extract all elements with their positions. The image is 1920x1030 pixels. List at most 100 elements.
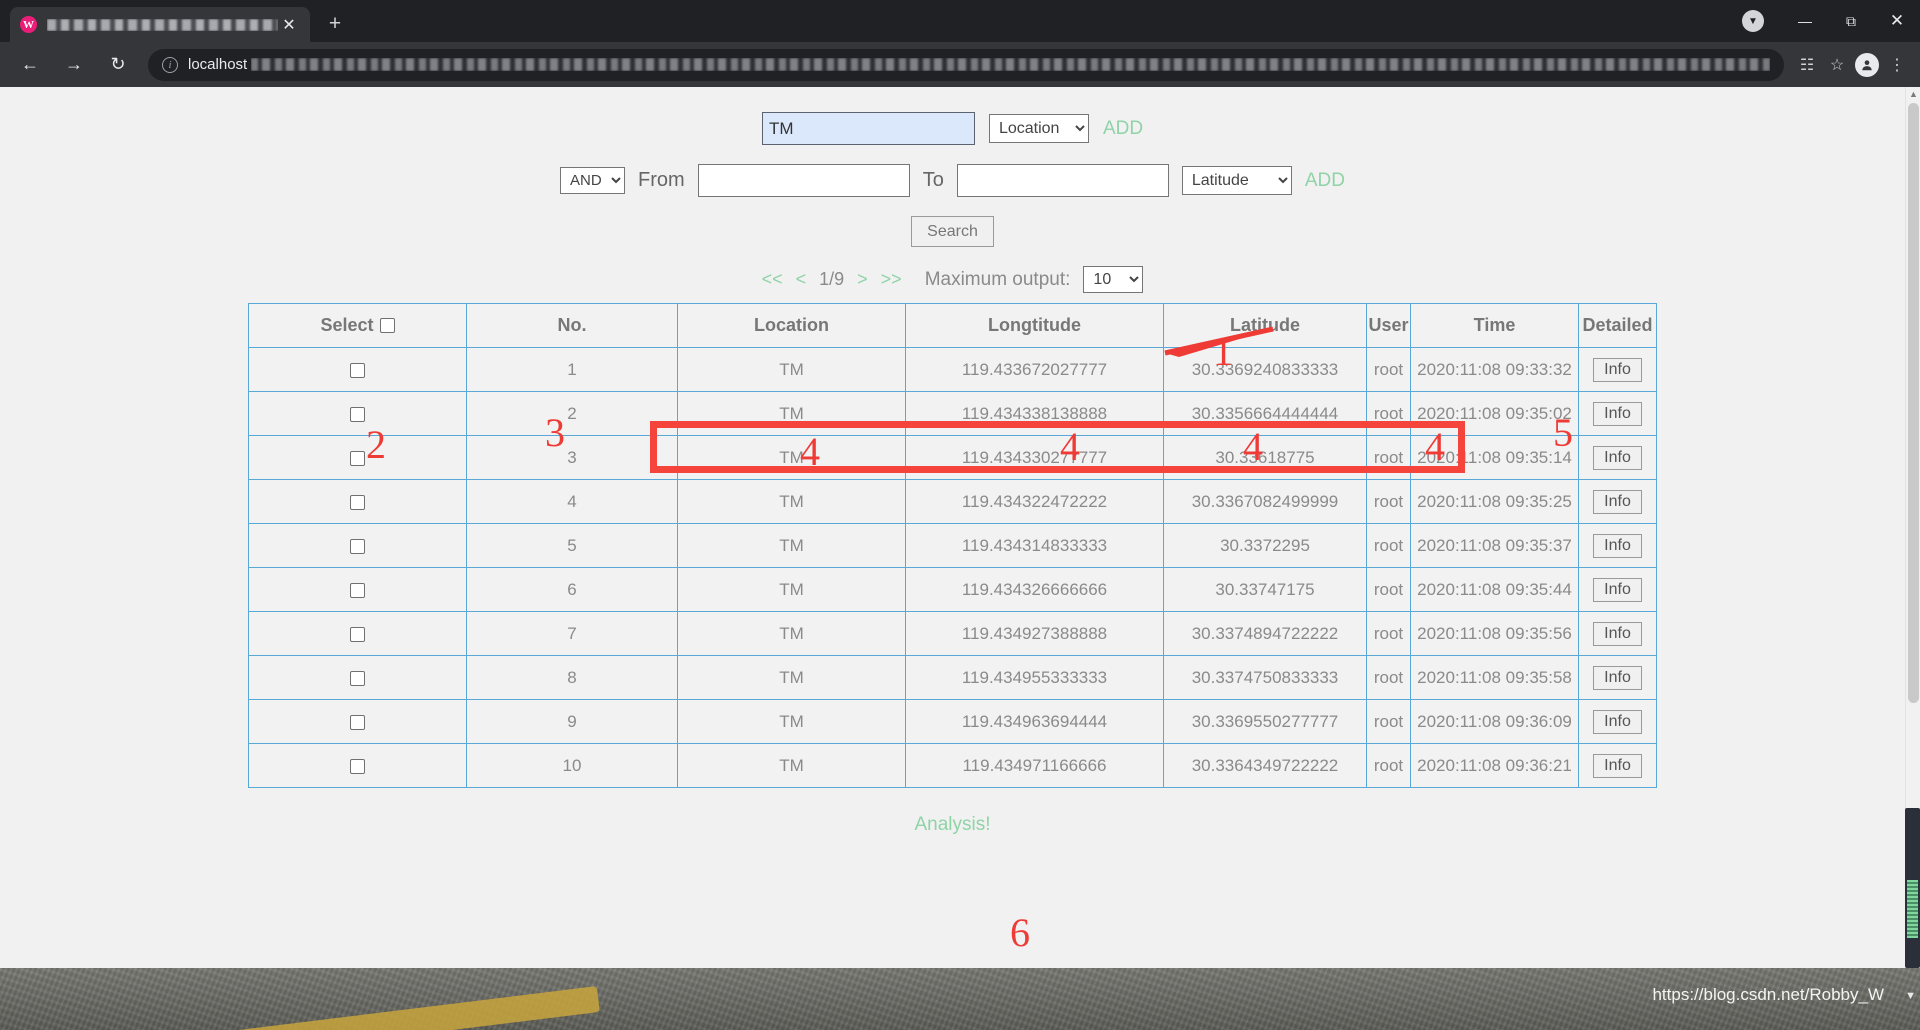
- browser-tab[interactable]: W ✕: [10, 7, 310, 42]
- cell-latitude: 30.3369240833333: [1163, 347, 1367, 392]
- info-button[interactable]: Info: [1593, 753, 1642, 778]
- row-checkbox[interactable]: [350, 758, 365, 774]
- row-select-cell: [248, 523, 467, 568]
- to-input[interactable]: [956, 164, 1169, 197]
- url-path-redacted: [251, 58, 1770, 71]
- cell-latitude: 30.3356664444444: [1163, 391, 1367, 436]
- navigation-bar: ← → ↻ i localhost ☷ ☆ ⋮: [0, 42, 1920, 87]
- cell-location: TM: [677, 435, 906, 480]
- add-condition-link-1[interactable]: ADD: [1103, 118, 1143, 140]
- row-checkbox[interactable]: [350, 582, 365, 598]
- info-button[interactable]: Info: [1593, 401, 1642, 426]
- filter-row-range: AND From To Latitude ADD: [0, 164, 1905, 197]
- add-condition-link-2[interactable]: ADD: [1305, 170, 1345, 192]
- max-output-label: Maximum output:: [924, 268, 1071, 290]
- page-first-link[interactable]: <<: [762, 269, 783, 290]
- reload-icon[interactable]: ↻: [102, 49, 134, 81]
- forward-arrow-icon[interactable]: →: [58, 49, 90, 81]
- row-select-cell: [248, 347, 467, 392]
- cell-time: 2020:11:08 09:35:25: [1410, 479, 1579, 524]
- cell-longtitude: 119.434971166666: [905, 743, 1164, 788]
- max-output-select[interactable]: 10: [1083, 266, 1144, 293]
- row-checkbox[interactable]: [350, 362, 365, 378]
- cell-no: 10: [466, 743, 678, 788]
- search-button[interactable]: Search: [911, 216, 994, 247]
- row-checkbox[interactable]: [350, 538, 365, 554]
- row-select-cell: [248, 655, 467, 700]
- minimize-icon[interactable]: —: [1782, 0, 1828, 42]
- info-button[interactable]: Info: [1593, 533, 1642, 558]
- field-select[interactable]: Location: [988, 114, 1089, 143]
- cell-latitude: 30.3367082499999: [1163, 479, 1367, 524]
- info-button[interactable]: Info: [1593, 709, 1642, 734]
- select-all-checkbox[interactable]: [379, 318, 395, 333]
- watermark-text: https://blog.csdn.net/Robby_W: [1652, 985, 1884, 1004]
- row-checkbox[interactable]: [350, 450, 365, 466]
- row-checkbox[interactable]: [350, 670, 365, 686]
- window-controls: ▼ — ⧉ ✕: [1742, 0, 1920, 42]
- restore-icon[interactable]: ⧉: [1828, 0, 1874, 42]
- new-tab-button[interactable]: +: [320, 9, 350, 39]
- row-checkbox[interactable]: [350, 406, 365, 422]
- info-button[interactable]: Info: [1593, 357, 1642, 382]
- decorative-right-column: [1905, 808, 1920, 968]
- download-arrow-icon[interactable]: ▼: [1742, 10, 1764, 32]
- row-checkbox[interactable]: [350, 714, 365, 730]
- logic-select[interactable]: AND: [560, 167, 626, 194]
- range-field-select[interactable]: Latitude: [1181, 166, 1292, 195]
- cell-user: root: [1366, 347, 1411, 392]
- cell-detailed: Info: [1578, 743, 1657, 788]
- cell-location: TM: [677, 347, 906, 392]
- cell-time: 2020:11:08 09:35:58: [1410, 655, 1579, 700]
- three-dot-menu-icon[interactable]: ⋮: [1882, 50, 1912, 80]
- cell-location: TM: [677, 567, 906, 612]
- header-user: User: [1366, 303, 1411, 348]
- cell-time: 2020:11:08 09:35:44: [1410, 567, 1579, 612]
- translate-icon[interactable]: ☷: [1792, 50, 1822, 80]
- row-checkbox[interactable]: [350, 626, 365, 642]
- cell-user: root: [1366, 567, 1411, 612]
- back-arrow-icon[interactable]: ←: [14, 49, 46, 81]
- filter-row-keyword: Location ADD: [0, 112, 1905, 145]
- table-row: 7 TM 119.434927388888 30.3374894722222 root 2…: [248, 611, 1657, 656]
- from-input[interactable]: [697, 164, 910, 197]
- cell-time: 2020:11:08 09:36:21: [1410, 743, 1579, 788]
- page-next-link[interactable]: >: [857, 269, 868, 290]
- cell-location: TM: [677, 655, 906, 700]
- header-longtitude: Longtitude: [905, 303, 1164, 348]
- profile-icon[interactable]: [1852, 50, 1882, 80]
- info-circle-icon[interactable]: i: [162, 56, 178, 73]
- page-prev-link[interactable]: <: [796, 269, 807, 290]
- info-button[interactable]: Info: [1593, 445, 1642, 470]
- info-button[interactable]: Info: [1593, 665, 1642, 690]
- row-checkbox[interactable]: [350, 494, 365, 510]
- cell-detailed: Info: [1578, 655, 1657, 700]
- info-button[interactable]: Info: [1593, 577, 1642, 602]
- page-content: Location ADD AND From To Latitude ADD: [0, 87, 1905, 1030]
- star-icon[interactable]: ☆: [1822, 50, 1852, 80]
- tab-close-icon[interactable]: ✕: [278, 14, 300, 36]
- address-bar[interactable]: i localhost: [148, 48, 1784, 81]
- browser-window: W ✕ + ▼ — ⧉ ✕ ← → ↻ i localhost ☷ ☆ ⋮ TM…: [0, 0, 1920, 1030]
- close-icon[interactable]: ✕: [1874, 0, 1920, 42]
- cell-location: TM: [677, 479, 906, 524]
- info-button[interactable]: Info: [1593, 489, 1642, 514]
- cell-user: root: [1366, 743, 1411, 788]
- results-table: Select No. Location Longtitude Latitude …: [248, 303, 1657, 788]
- scrollbar-thumb[interactable]: [1908, 103, 1919, 703]
- keyword-input[interactable]: [761, 112, 975, 145]
- cell-no: 5: [466, 523, 678, 568]
- cell-user: root: [1366, 611, 1411, 656]
- cell-no: 1: [466, 347, 678, 392]
- cell-location: TM: [677, 743, 906, 788]
- info-button[interactable]: Info: [1593, 621, 1642, 646]
- scroll-up-icon[interactable]: ▲: [1906, 87, 1920, 102]
- footer-actions: Analysis!: [0, 814, 1905, 836]
- table-row: 5 TM 119.434314833333 30.3372295 root 2020:11…: [248, 523, 1657, 568]
- analysis-link[interactable]: Analysis!: [914, 814, 990, 836]
- url-host: localhost: [188, 56, 248, 73]
- cell-longtitude: 119.434963694444: [905, 699, 1164, 744]
- table-row: 6 TM 119.434326666666 30.33747175 root 2020:1…: [248, 567, 1657, 612]
- cell-detailed: Info: [1578, 567, 1657, 612]
- page-last-link[interactable]: >>: [881, 269, 902, 290]
